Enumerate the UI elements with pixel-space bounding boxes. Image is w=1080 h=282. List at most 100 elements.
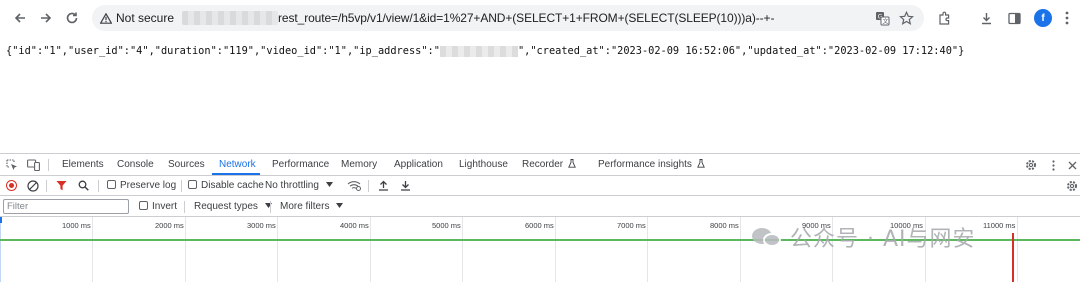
toolbar-separator [46, 180, 47, 192]
timeline-gridline [185, 217, 186, 282]
timeline-gridline [740, 217, 741, 282]
browser-toolbar: Not secure rest_route=/h5vp/v1/view/1&id… [0, 0, 1080, 36]
disable-cache-checkbox[interactable]: Disable cache [188, 180, 264, 191]
timeline-tick-label: 8000 ms [710, 221, 739, 230]
network-conditions-icon[interactable] [347, 180, 361, 194]
timeline-tick-label: 11000 ms [983, 221, 1016, 230]
request-types-dropdown[interactable]: Request types [194, 201, 272, 212]
devtools-panel: Elements Console Sources Network Perform… [0, 153, 1080, 282]
experiment-flask-icon [568, 159, 576, 168]
translate-icon[interactable]: G文 [873, 9, 891, 27]
timeline-tick-label: 6000 ms [525, 221, 554, 230]
redacted-host [182, 11, 279, 25]
filter-bar: Filter Invert Request types More filters [0, 196, 1080, 217]
checkbox-box[interactable] [107, 180, 116, 189]
wechat-bubble-small [763, 233, 781, 247]
download-icon[interactable] [977, 9, 995, 27]
json-text-start: {"id":"1","user_id":"4","duration":"119"… [6, 45, 440, 57]
toolbar-separator [270, 201, 271, 213]
tab-divider [48, 159, 49, 171]
export-har-icon[interactable] [400, 180, 411, 194]
search-icon[interactable] [78, 180, 89, 194]
experiment-flask-icon [696, 159, 705, 168]
tab-performance[interactable]: Performance [272, 159, 329, 170]
timeline-gridline [92, 217, 93, 282]
timeline-tick-label: 7000 ms [617, 221, 646, 230]
device-toolbar-icon[interactable] [26, 158, 40, 172]
profile-avatar[interactable]: f [1034, 9, 1052, 27]
json-text-end: ","created_at":"2023-02-09 16:52:06","up… [517, 45, 965, 57]
timeline-tick-label: 4000 ms [340, 221, 369, 230]
network-toolbar: Preserve log Disable cache No throttling [0, 176, 1080, 196]
preserve-log-label: Preserve log [120, 180, 177, 191]
close-devtools-icon[interactable] [1065, 158, 1079, 172]
toolbar-separator [368, 180, 369, 192]
chevron-down-icon [325, 182, 333, 187]
toolbar-separator [98, 180, 99, 192]
import-har-icon[interactable] [378, 180, 389, 194]
clear-icon[interactable] [27, 180, 39, 195]
tab-elements[interactable]: Elements [62, 159, 104, 170]
address-bar[interactable]: Not secure rest_route=/h5vp/v1/view/1&id… [92, 5, 924, 31]
filter-funnel-icon[interactable] [56, 180, 67, 194]
tab-application[interactable]: Application [394, 159, 443, 170]
watermark-text: 公众号 · AI与网安 [790, 227, 976, 252]
tab-console[interactable]: Console [117, 159, 154, 170]
svg-text:文: 文 [882, 17, 888, 25]
more-filters-label: More filters [280, 201, 330, 212]
menu-icon[interactable] [1058, 9, 1076, 27]
active-tab-indicator [212, 173, 260, 175]
tab-sources[interactable]: Sources [168, 159, 205, 170]
load-event-marker [1012, 233, 1014, 282]
reload-icon[interactable] [62, 8, 82, 28]
redacted-ip [439, 45, 518, 57]
timeline-gridline [647, 217, 648, 282]
star-icon[interactable] [897, 9, 915, 27]
watermark: 公众号 · AI与网安 [752, 221, 976, 253]
invert-checkbox[interactable]: Invert [139, 201, 177, 212]
request-types-label: Request types [194, 201, 258, 212]
record-icon[interactable] [6, 180, 17, 191]
extensions-icon[interactable] [935, 9, 953, 27]
tab-performance-insights[interactable]: Performance insights [598, 159, 705, 170]
url-text: rest_route=/h5vp/v1/view/1&id=1%27+AND+(… [278, 11, 775, 25]
checkbox-box[interactable] [139, 201, 148, 210]
settings-gear-icon[interactable] [1024, 158, 1038, 172]
timeline-tick-label: 5000 ms [432, 221, 461, 230]
disable-cache-label: Disable cache [201, 180, 264, 191]
more-filters-dropdown[interactable]: More filters [280, 201, 344, 212]
filter-input[interactable]: Filter [3, 199, 129, 214]
forward-arrow-icon[interactable] [36, 8, 56, 28]
timeline-gridline [555, 217, 556, 282]
timeline-gridline [277, 217, 278, 282]
checkbox-box[interactable] [188, 180, 197, 189]
tab-performance-insights-label: Performance insights [598, 159, 692, 170]
tab-recorder-label: Recorder [522, 159, 564, 170]
timeline-tick-label: 1000 ms [62, 221, 91, 230]
security-label: Not secure [116, 11, 175, 25]
json-response: {"id":"1","user_id":"4","duration":"119"… [6, 45, 964, 57]
timeline-gridline [370, 217, 371, 282]
tab-lighthouse[interactable]: Lighthouse [459, 159, 508, 170]
throttling-value: No throttling [265, 180, 319, 191]
timeline-tick-label: 2000 ms [155, 221, 184, 230]
sidepanel-icon[interactable] [1005, 9, 1023, 27]
wechat-logo-icon [752, 225, 784, 249]
tab-recorder[interactable]: Recorder [522, 159, 576, 170]
warning-icon [100, 12, 112, 24]
tab-network[interactable]: Network [219, 159, 256, 170]
timeline-gridline [462, 217, 463, 282]
network-settings-icon[interactable] [1066, 180, 1078, 195]
inspect-element-icon[interactable] [5, 158, 19, 172]
throttling-select[interactable]: No throttling [265, 180, 333, 191]
security-indicator[interactable]: Not secure [100, 11, 174, 25]
tab-memory[interactable]: Memory [341, 159, 377, 170]
back-arrow-icon[interactable] [10, 8, 30, 28]
preserve-log-checkbox[interactable]: Preserve log [107, 180, 176, 191]
chevron-down-icon [336, 203, 344, 208]
devtools-tabbar: Elements Console Sources Network Perform… [0, 154, 1080, 176]
more-options-icon[interactable] [1046, 158, 1060, 172]
timeline-selection-edge [0, 223, 1, 282]
timeline-tick-label: 3000 ms [247, 221, 276, 230]
invert-label: Invert [152, 201, 178, 212]
